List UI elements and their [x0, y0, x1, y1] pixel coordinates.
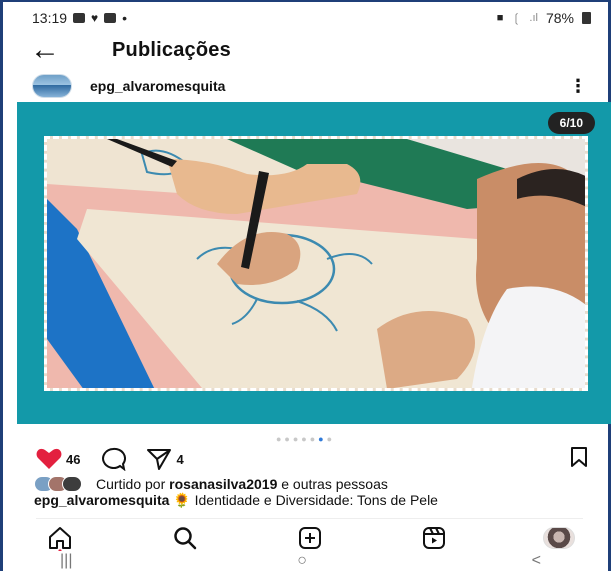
- alarm-icon: ■: [496, 12, 504, 24]
- bottom-navigation: [36, 518, 583, 552]
- chat-notification-icon: ♥: [91, 11, 99, 25]
- liked-by-suffix[interactable]: e outras pessoas: [281, 476, 388, 492]
- nav-home[interactable]: [36, 525, 84, 551]
- profile-avatar[interactable]: [543, 526, 575, 549]
- nav-reels[interactable]: [410, 525, 458, 551]
- post-photo[interactable]: [44, 136, 588, 391]
- search-icon[interactable]: [172, 525, 198, 551]
- share-count: 4: [176, 451, 184, 467]
- system-navigation-bar: ||| ○ <: [60, 552, 541, 570]
- carousel-dot: ●: [326, 434, 336, 444]
- nav-new-post[interactable]: [286, 525, 334, 551]
- reels-icon[interactable]: [421, 525, 447, 551]
- liked-by-row[interactable]: Curtido por rosanasilva2019 e outras pes…: [34, 474, 593, 494]
- page-title: Publicações: [112, 38, 231, 61]
- post-caption: epg_alvaromesquita 🌻 Identidade e Divers…: [34, 492, 595, 514]
- like-action[interactable]: 46: [36, 448, 80, 470]
- send-icon[interactable]: [146, 447, 172, 471]
- status-bar: 13:19 ♥ • ■ ❲ .ıl 78%: [32, 6, 591, 30]
- home-icon[interactable]: [47, 525, 73, 551]
- signal-icon: .ıl: [529, 12, 538, 24]
- carousel-indicator: ●●●●●●●: [0, 434, 611, 444]
- wifi-icon: ❲: [511, 11, 522, 25]
- nav-search[interactable]: [161, 525, 209, 551]
- carousel-dot: ●: [309, 434, 319, 444]
- save-action[interactable]: [569, 446, 589, 473]
- sunflower-emoji-icon: 🌻: [173, 492, 191, 508]
- like-count: 46: [66, 451, 81, 467]
- bookmark-icon[interactable]: [569, 446, 589, 468]
- post-media[interactable]: 6/10: [17, 102, 611, 424]
- heart-icon[interactable]: [36, 448, 62, 470]
- liked-by-user[interactable]: rosanasilva2019: [169, 476, 277, 492]
- carousel-dot: ●: [301, 434, 310, 444]
- caption-text: Identidade e Diversidade: Tons de Pele: [194, 492, 438, 508]
- status-dot: •: [122, 10, 128, 26]
- liker-avatars: [34, 476, 82, 492]
- author-avatar[interactable]: [32, 74, 72, 98]
- post-actions: 46 4: [36, 446, 589, 472]
- post-author-row: epg_alvaromesquita ⋮: [32, 72, 587, 100]
- share-action[interactable]: 4: [146, 447, 184, 471]
- liker-avatar: [62, 476, 82, 492]
- gallery-notification-icon: [73, 13, 86, 23]
- comment-icon[interactable]: [100, 447, 127, 471]
- back-arrow-icon[interactable]: ←: [30, 35, 80, 65]
- new-post-icon[interactable]: [297, 525, 323, 551]
- system-back-button[interactable]: <: [532, 552, 541, 570]
- caption-username[interactable]: epg_alvaromesquita: [34, 492, 169, 508]
- status-time: 13:19: [32, 10, 68, 26]
- app-notification-icon: [104, 13, 117, 23]
- carousel-dot-active: ●: [318, 434, 327, 444]
- battery-percent: 78%: [545, 10, 574, 26]
- app-header: ← Publicações: [30, 34, 591, 66]
- carousel-dot: ●: [284, 434, 293, 444]
- author-username[interactable]: epg_alvaromesquita: [90, 78, 225, 94]
- comment-action[interactable]: [100, 447, 127, 471]
- home-button[interactable]: ○: [297, 552, 307, 570]
- battery-icon: [582, 12, 591, 24]
- liked-by-prefix: Curtido por: [96, 476, 166, 492]
- photo-drawing-scene: [47, 139, 585, 388]
- nav-profile[interactable]: [535, 526, 583, 549]
- slide-counter-badge: 6/10: [547, 112, 595, 134]
- recent-apps-button[interactable]: |||: [60, 552, 72, 570]
- more-options-icon[interactable]: ⋮: [569, 76, 587, 97]
